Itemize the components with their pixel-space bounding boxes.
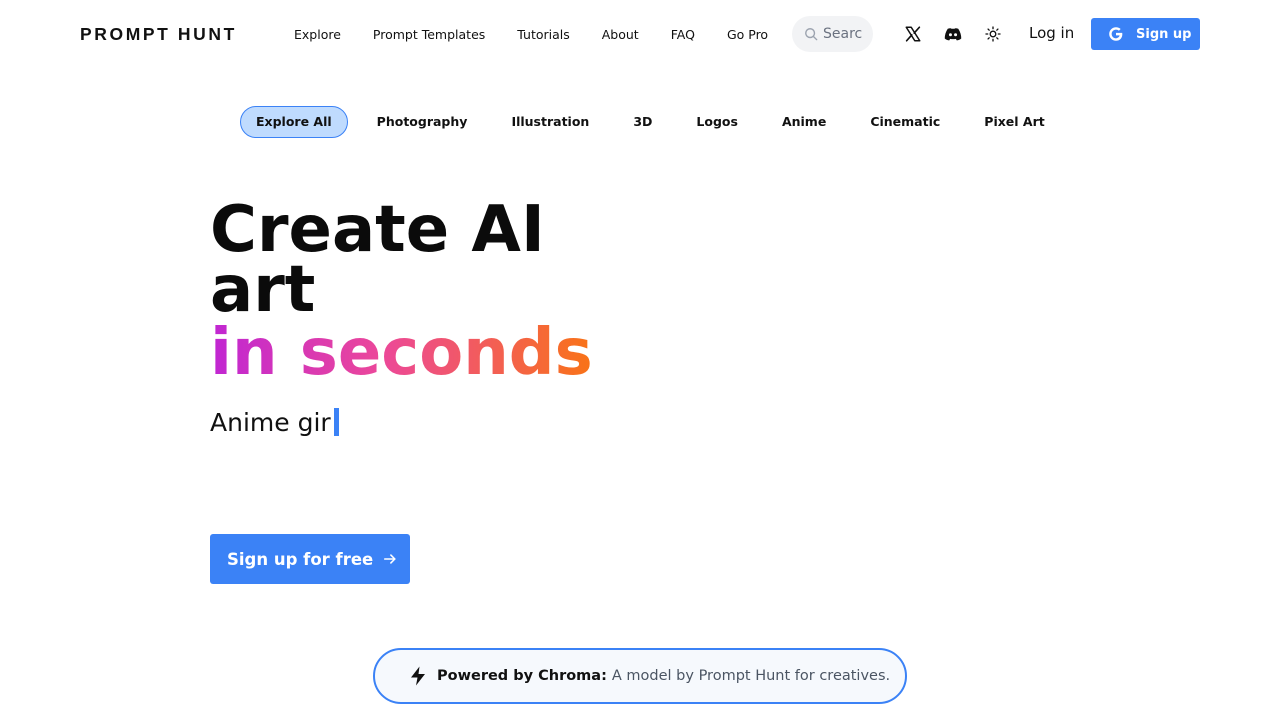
powered-description: A model by Prompt Hunt for creatives. xyxy=(611,668,891,684)
signup-free-label: Sign up for free xyxy=(227,549,374,569)
category-anime[interactable]: Anime xyxy=(760,106,848,138)
category-bar: Explore All Photography Illustration 3D … xyxy=(240,106,1067,138)
category-logos[interactable]: Logos xyxy=(674,106,760,138)
nav-prompt-templates[interactable]: Prompt Templates xyxy=(373,27,485,42)
search-input[interactable] xyxy=(823,26,863,42)
site-header: PROMPT HUNT Explore Prompt Templates Tut… xyxy=(0,0,1280,68)
typing-cursor xyxy=(333,408,339,436)
category-3d[interactable]: 3D xyxy=(611,106,674,138)
theme-toggle[interactable] xyxy=(983,24,1003,44)
nav-explore[interactable]: Explore xyxy=(294,27,341,42)
x-twitter-link[interactable] xyxy=(903,24,923,44)
google-icon xyxy=(1109,27,1123,41)
login-link[interactable]: Log in xyxy=(1029,24,1074,42)
nav-tutorials[interactable]: Tutorials xyxy=(517,27,569,42)
search-icon xyxy=(805,28,818,41)
signup-label: Sign up xyxy=(1136,26,1192,42)
powered-label: Powered by Chroma: xyxy=(437,668,607,684)
discord-icon xyxy=(944,28,962,41)
lightning-bolt-icon xyxy=(411,666,425,686)
x-twitter-icon xyxy=(905,26,921,42)
nav-about[interactable]: About xyxy=(602,27,639,42)
signup-button[interactable]: Sign up xyxy=(1091,18,1200,50)
main-nav: Explore Prompt Templates Tutorials About… xyxy=(294,0,800,68)
nav-go-pro[interactable]: Go Pro xyxy=(727,27,768,42)
typing-demo: Anime gir xyxy=(210,406,339,438)
category-cinematic[interactable]: Cinematic xyxy=(848,106,962,138)
category-photography[interactable]: Photography xyxy=(355,106,490,138)
hero-accent-text: in seconds xyxy=(210,316,593,390)
hero-title: Create AI art xyxy=(210,193,545,327)
category-illustration[interactable]: Illustration xyxy=(489,106,611,138)
arrow-right-icon xyxy=(384,554,396,564)
discord-link[interactable] xyxy=(943,24,963,44)
search-box[interactable] xyxy=(792,16,873,52)
sun-icon xyxy=(985,26,1001,42)
logo[interactable]: PROMPT HUNT xyxy=(80,24,237,45)
category-explore-all[interactable]: Explore All xyxy=(240,106,348,138)
typing-text: Anime gir xyxy=(210,407,331,437)
category-pixel-art[interactable]: Pixel Art xyxy=(962,106,1066,138)
powered-by-banner: Powered by Chroma: A model by Prompt Hun… xyxy=(373,648,907,704)
nav-faq[interactable]: FAQ xyxy=(671,27,695,42)
signup-free-button[interactable]: Sign up for free xyxy=(210,534,410,584)
